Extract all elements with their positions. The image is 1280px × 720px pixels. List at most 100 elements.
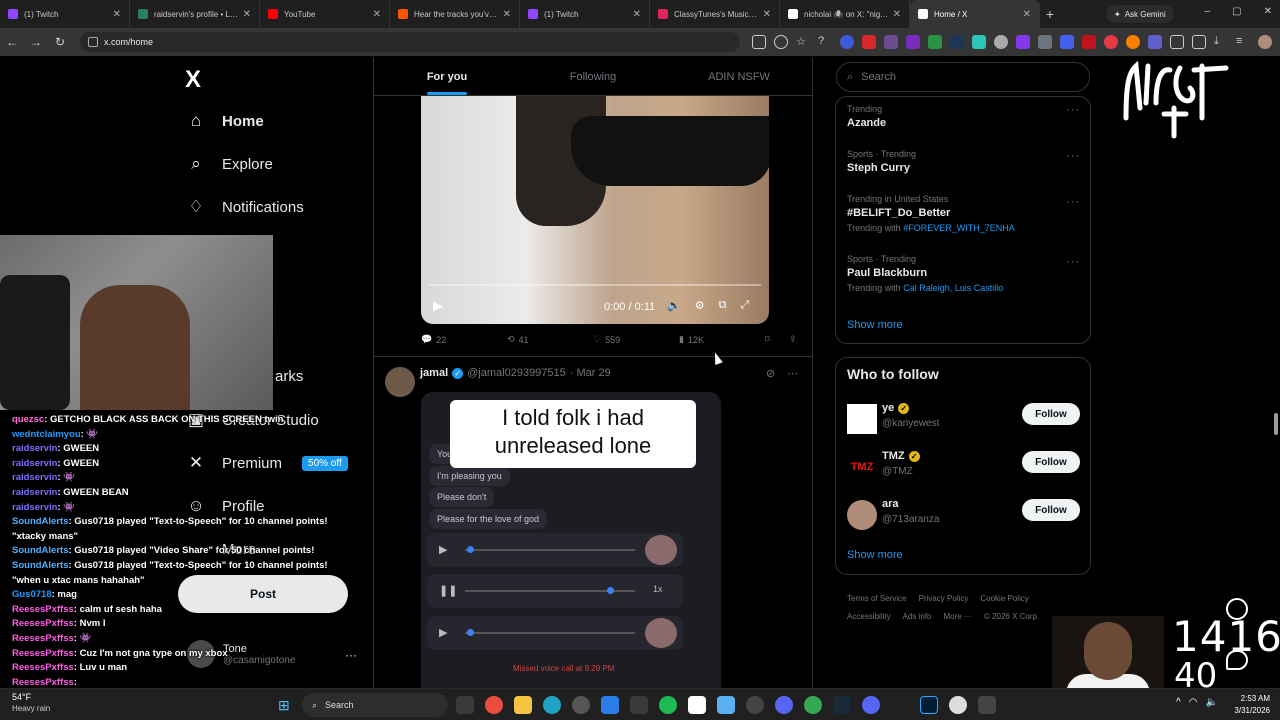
windows-start-icon[interactable]: ⊞: [278, 697, 290, 714]
show-more-link[interactable]: Show more: [847, 549, 903, 561]
volume-icon[interactable]: 🔈: [1205, 697, 1217, 708]
site-info-icon[interactable]: [88, 37, 98, 47]
trend-with-link[interactable]: Cal Raleigh, Luis Castillo: [903, 283, 1003, 293]
file-explorer-icon[interactable]: [514, 696, 532, 714]
chat-username[interactable]: ReesesPxffss: [12, 677, 74, 688]
chrome-icon[interactable]: [804, 696, 822, 714]
browser-tab[interactable]: Hear the tracks you've... ✕: [390, 0, 520, 28]
pip-icon[interactable]: ⧉: [719, 299, 727, 312]
chat-username[interactable]: raidservin: [12, 472, 57, 483]
extension-icon[interactable]: [1060, 35, 1074, 49]
chat-username[interactable]: raidservin: [12, 487, 57, 498]
wifi-icon[interactable]: ◠: [1189, 697, 1198, 708]
extension-icon[interactable]: [1104, 35, 1118, 49]
chat-username[interactable]: wedntclaimyou: [12, 429, 81, 440]
extension-icon[interactable]: [994, 35, 1008, 49]
browser-tab[interactable]: nicholai 🕷 on X: "nigg... ✕: [780, 0, 910, 28]
browser-tab[interactable]: (1) Twitch ✕: [0, 0, 130, 28]
repost-button[interactable]: ⟲ 41: [507, 334, 593, 345]
follow-suggestion[interactable]: TMZ TMZ ✓ @TMZ Follow: [847, 450, 1081, 490]
chat-username[interactable]: ReesesPxffss: [12, 648, 74, 659]
extension-icon[interactable]: [950, 35, 964, 49]
follow-suggestion[interactable]: ara @713aranza Follow: [847, 498, 1081, 538]
extension-icon[interactable]: [1148, 35, 1162, 49]
follow-button[interactable]: Follow: [1022, 499, 1080, 521]
extension-icon[interactable]: [1038, 35, 1052, 49]
app-icon[interactable]: [746, 696, 764, 714]
close-icon[interactable]: ✕: [503, 9, 511, 20]
trend-item[interactable]: Sports · Trending Steph Curry: [847, 149, 916, 174]
chat-username[interactable]: raidservin: [12, 443, 57, 454]
scrollbar-thumb[interactable]: [1274, 413, 1278, 435]
extension-icon[interactable]: [862, 35, 876, 49]
close-window-button[interactable]: ✕: [1264, 6, 1272, 17]
follow-button[interactable]: Follow: [1022, 451, 1080, 473]
close-icon[interactable]: ✕: [763, 9, 771, 20]
close-icon[interactable]: ✕: [1023, 9, 1031, 20]
chat-username[interactable]: ReesesPxffss: [12, 662, 74, 673]
epic-games-icon[interactable]: [891, 696, 909, 714]
back-icon[interactable]: ←: [0, 35, 24, 49]
taskbar-clock[interactable]: 2:53 AM 3/31/2026: [1222, 693, 1270, 717]
tray-chevron-icon[interactable]: ^: [1176, 697, 1181, 708]
trend-item[interactable]: Trending in United States #BELIFT_Do_Bett…: [847, 194, 1015, 233]
zoom-icon[interactable]: [774, 35, 788, 49]
menu-icon[interactable]: ≡: [1236, 35, 1250, 49]
discord-icon[interactable]: [775, 696, 793, 714]
ask-gemini-button[interactable]: ✦ Ask Gemini: [1106, 5, 1174, 23]
views-button[interactable]: ▮ 12K: [679, 334, 765, 345]
obs-icon[interactable]: [949, 696, 967, 714]
trend-with-link[interactable]: #FOREVER_WITH_7ENHA: [903, 223, 1015, 233]
store-app-icon[interactable]: [630, 696, 648, 714]
photos-app-icon[interactable]: [601, 696, 619, 714]
extension-icon[interactable]: [840, 35, 854, 49]
tab-following[interactable]: Following: [520, 58, 666, 95]
nav-bookmarks[interactable]: arks: [275, 368, 303, 385]
nav-notifications[interactable]: ♢ Notifications: [186, 197, 303, 217]
minimize-button[interactable]: –: [1205, 6, 1211, 17]
discord-icon[interactable]: [862, 696, 880, 714]
trend-item[interactable]: Sports · Trending Paul Blackburn Trending …: [847, 254, 1003, 293]
follow-button[interactable]: Follow: [1022, 403, 1080, 425]
profile-avatar[interactable]: [1258, 35, 1272, 49]
extension-icon[interactable]: [972, 35, 986, 49]
media-app-icon[interactable]: [572, 696, 590, 714]
edge-icon[interactable]: [543, 696, 561, 714]
tweet-date[interactable]: · Mar 29: [570, 367, 611, 379]
extension-icon[interactable]: [884, 35, 898, 49]
volume-icon[interactable]: 🔈: [667, 299, 681, 312]
like-button[interactable]: ♡ 559: [593, 334, 679, 345]
chat-username[interactable]: Gus0718: [12, 589, 52, 600]
browser-tab[interactable]: ClassyTunes's Music P... ✕: [650, 0, 780, 28]
more-icon[interactable]: ⋯: [787, 367, 798, 380]
reply-button[interactable]: 💬 22: [421, 334, 507, 345]
download-icon[interactable]: ⤓: [1214, 35, 1228, 49]
extension-icon[interactable]: [1082, 35, 1096, 49]
author-name[interactable]: jamal: [420, 367, 448, 379]
browser-tab[interactable]: (1) Twitch ✕: [520, 0, 650, 28]
weather-widget[interactable]: 54°F Heavy rain: [12, 691, 50, 715]
extension-icon[interactable]: [906, 35, 920, 49]
footer-link[interactable]: Ads info: [903, 612, 932, 621]
share-button[interactable]: ⇪: [789, 334, 797, 345]
chat-username[interactable]: ReesesPxffss: [12, 633, 74, 644]
new-tab-button[interactable]: +: [1040, 6, 1060, 22]
spotify-icon[interactable]: [659, 696, 677, 714]
photoshop-icon[interactable]: [920, 696, 938, 714]
follow-suggestion[interactable]: ye ✓ @kanyewest Follow: [847, 402, 1081, 442]
browser-tab[interactable]: YouTube ✕: [260, 0, 390, 28]
trend-more-icon[interactable]: ···: [1066, 104, 1080, 116]
app-icon[interactable]: [978, 696, 996, 714]
steam-icon[interactable]: [833, 696, 851, 714]
extensions-puzzle-icon[interactable]: [1170, 35, 1184, 49]
trend-more-icon[interactable]: ···: [1066, 196, 1080, 208]
close-icon[interactable]: ✕: [893, 9, 901, 20]
close-icon[interactable]: ✕: [633, 9, 641, 20]
bookmark-star-icon[interactable]: ☆: [796, 35, 810, 49]
footer-link[interactable]: More ···: [943, 612, 971, 621]
capcut-icon[interactable]: [688, 696, 706, 714]
chat-username[interactable]: raidservin: [12, 502, 57, 513]
browser-tab[interactable]: raidservin's profile • Le... ✕: [130, 0, 260, 28]
extension-icon[interactable]: [928, 35, 942, 49]
settings-gear-icon[interactable]: ⚙: [695, 299, 705, 312]
